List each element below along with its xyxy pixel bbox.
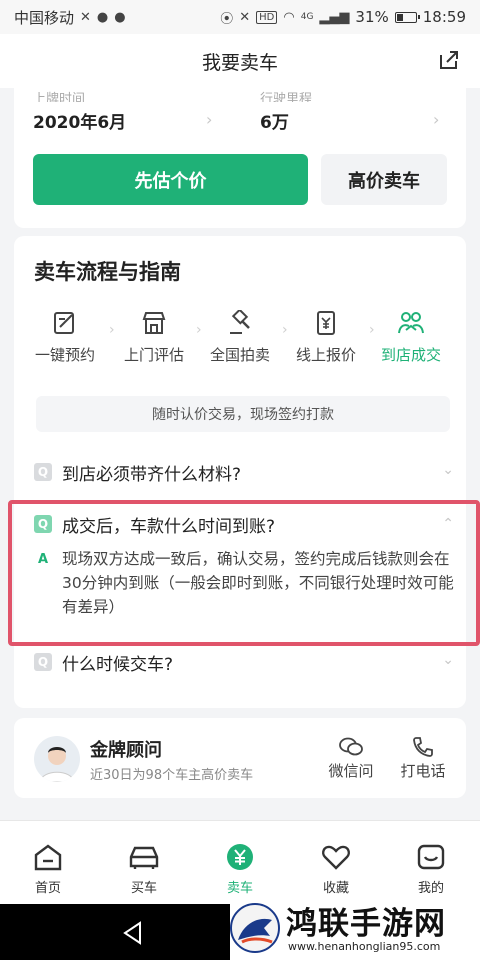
estimate-price-button[interactable]: 先估个价 — [33, 154, 308, 205]
mute-icon: ✕ — [239, 9, 251, 25]
guide-tip: 随时认价交易，现场签约打款 — [36, 396, 450, 432]
phone-icon — [413, 737, 433, 757]
tab-home[interactable]: 首页 — [18, 843, 78, 896]
tab-sell[interactable]: 卖车 — [210, 843, 270, 896]
battery-percent: 31% — [355, 8, 389, 26]
faq-item[interactable]: Q 什么时候交车? ⌄ — [34, 650, 454, 676]
call-button[interactable]: 打电话 — [394, 736, 452, 781]
step-book[interactable]: 一键预约 — [20, 310, 110, 365]
tab-label: 卖车 — [226, 881, 253, 896]
step-auction[interactable]: 全国拍卖 — [195, 310, 285, 365]
bottom-tab-bar: 首页 买车 卖车 收藏 我的 — [0, 820, 480, 904]
page-header: 我要卖车 — [0, 34, 480, 88]
watermark: 鸿联手游网 www.henanhonglian95.com — [230, 898, 480, 960]
message-icon: ● — [114, 9, 126, 25]
chevron-down-icon: ⌄ — [442, 652, 454, 668]
step-inspect[interactable]: 上门评估 — [109, 310, 199, 365]
chevron-right-icon: › — [206, 110, 213, 129]
advisor-subtitle: 近30日为98个车主高价卖车 — [90, 768, 254, 783]
tab-label: 买车 — [130, 881, 157, 896]
mileage-value[interactable]: 6万 — [260, 108, 289, 133]
store-icon — [142, 312, 166, 334]
page-title: 我要卖车 — [201, 51, 278, 74]
wifi-icon: ◠ — [283, 9, 295, 25]
heart-icon — [322, 845, 350, 870]
wechat-icon: ● — [96, 9, 109, 25]
step-deal[interactable]: 到店成交 — [366, 310, 456, 365]
mileage-label: 行驶里程 — [260, 92, 313, 102]
reg-date-label: 上牌时间 — [33, 92, 86, 102]
step-quote[interactable]: 线上报价 — [281, 310, 371, 365]
carrier-text: 中国移动 — [14, 8, 75, 27]
edit-icon — [54, 312, 74, 334]
step-label: 到店成交 — [380, 346, 441, 364]
faq-item[interactable]: Q 到店必须带齐什么材料? ⌄ — [34, 460, 454, 486]
advisor-title: 金牌顾问 — [90, 740, 162, 761]
advisor-card: 金牌顾问 近30日为98个车主高价卖车 微信问 打电话 — [14, 718, 466, 798]
tab-favorites[interactable]: 收藏 — [306, 843, 366, 896]
battery-icon — [394, 11, 420, 23]
watermark-logo-icon — [230, 903, 280, 953]
missed-call-icon: ✕ — [80, 9, 91, 25]
faq-question: 到店必须带齐什么材料? — [62, 465, 242, 485]
share-icon[interactable] — [438, 49, 460, 71]
location-icon: ⦿ — [220, 11, 234, 27]
highlight-box — [8, 500, 480, 646]
handshake-icon — [398, 312, 424, 334]
signal-icon: ▂▄▆ — [319, 9, 350, 25]
guide-title: 卖车流程与指南 — [34, 260, 181, 284]
car-icon — [129, 846, 159, 869]
avatar — [34, 736, 80, 782]
tab-label: 我的 — [417, 881, 444, 896]
sell-high-button[interactable]: 高价卖车 — [321, 154, 447, 205]
status-bar: 中国移动 ✕ ● ● ⦿ ✕ HD ◠ 4G ▂▄▆ 31% 18:59 — [0, 0, 480, 34]
wechat-ask-button[interactable]: 微信问 — [322, 736, 380, 781]
chevron-down-icon: ⌄ — [442, 462, 454, 478]
tab-mine[interactable]: 我的 — [401, 843, 461, 896]
watermark-title: 鸿联手游网 — [286, 906, 446, 942]
tab-buy[interactable]: 买车 — [114, 843, 174, 896]
tab-label: 首页 — [34, 881, 61, 896]
faq-question: 什么时候交车? — [62, 655, 174, 675]
price-tag-icon — [317, 311, 335, 335]
wechat-ask-label: 微信问 — [328, 762, 374, 780]
watermark-url: www.henanhonglian95.com — [288, 940, 441, 953]
step-label: 线上报价 — [295, 346, 356, 364]
q-badge: Q — [34, 653, 52, 671]
step-label: 上门评估 — [123, 346, 184, 364]
q-badge: Q — [34, 463, 52, 481]
reg-date-value[interactable]: 2020年6月 — [33, 108, 126, 133]
step-label: 全国拍卖 — [209, 346, 270, 364]
clock: 18:59 — [422, 8, 466, 26]
profile-icon — [417, 844, 445, 870]
chevron-right-icon: › — [433, 110, 440, 129]
back-icon[interactable] — [120, 920, 146, 946]
car-info-card: 上牌时间 2020年6月 › 行驶里程 6万 › 先估个价 高价卖车 — [14, 88, 466, 228]
chat-icon — [339, 737, 363, 756]
network-type: 4G — [300, 12, 314, 22]
hd-badge: HD — [256, 10, 278, 24]
gavel-icon — [230, 310, 250, 334]
home-icon — [34, 844, 62, 871]
step-label: 一键预约 — [34, 346, 95, 364]
call-label: 打电话 — [400, 762, 446, 780]
tab-label: 收藏 — [322, 881, 349, 896]
yen-icon — [227, 844, 253, 870]
